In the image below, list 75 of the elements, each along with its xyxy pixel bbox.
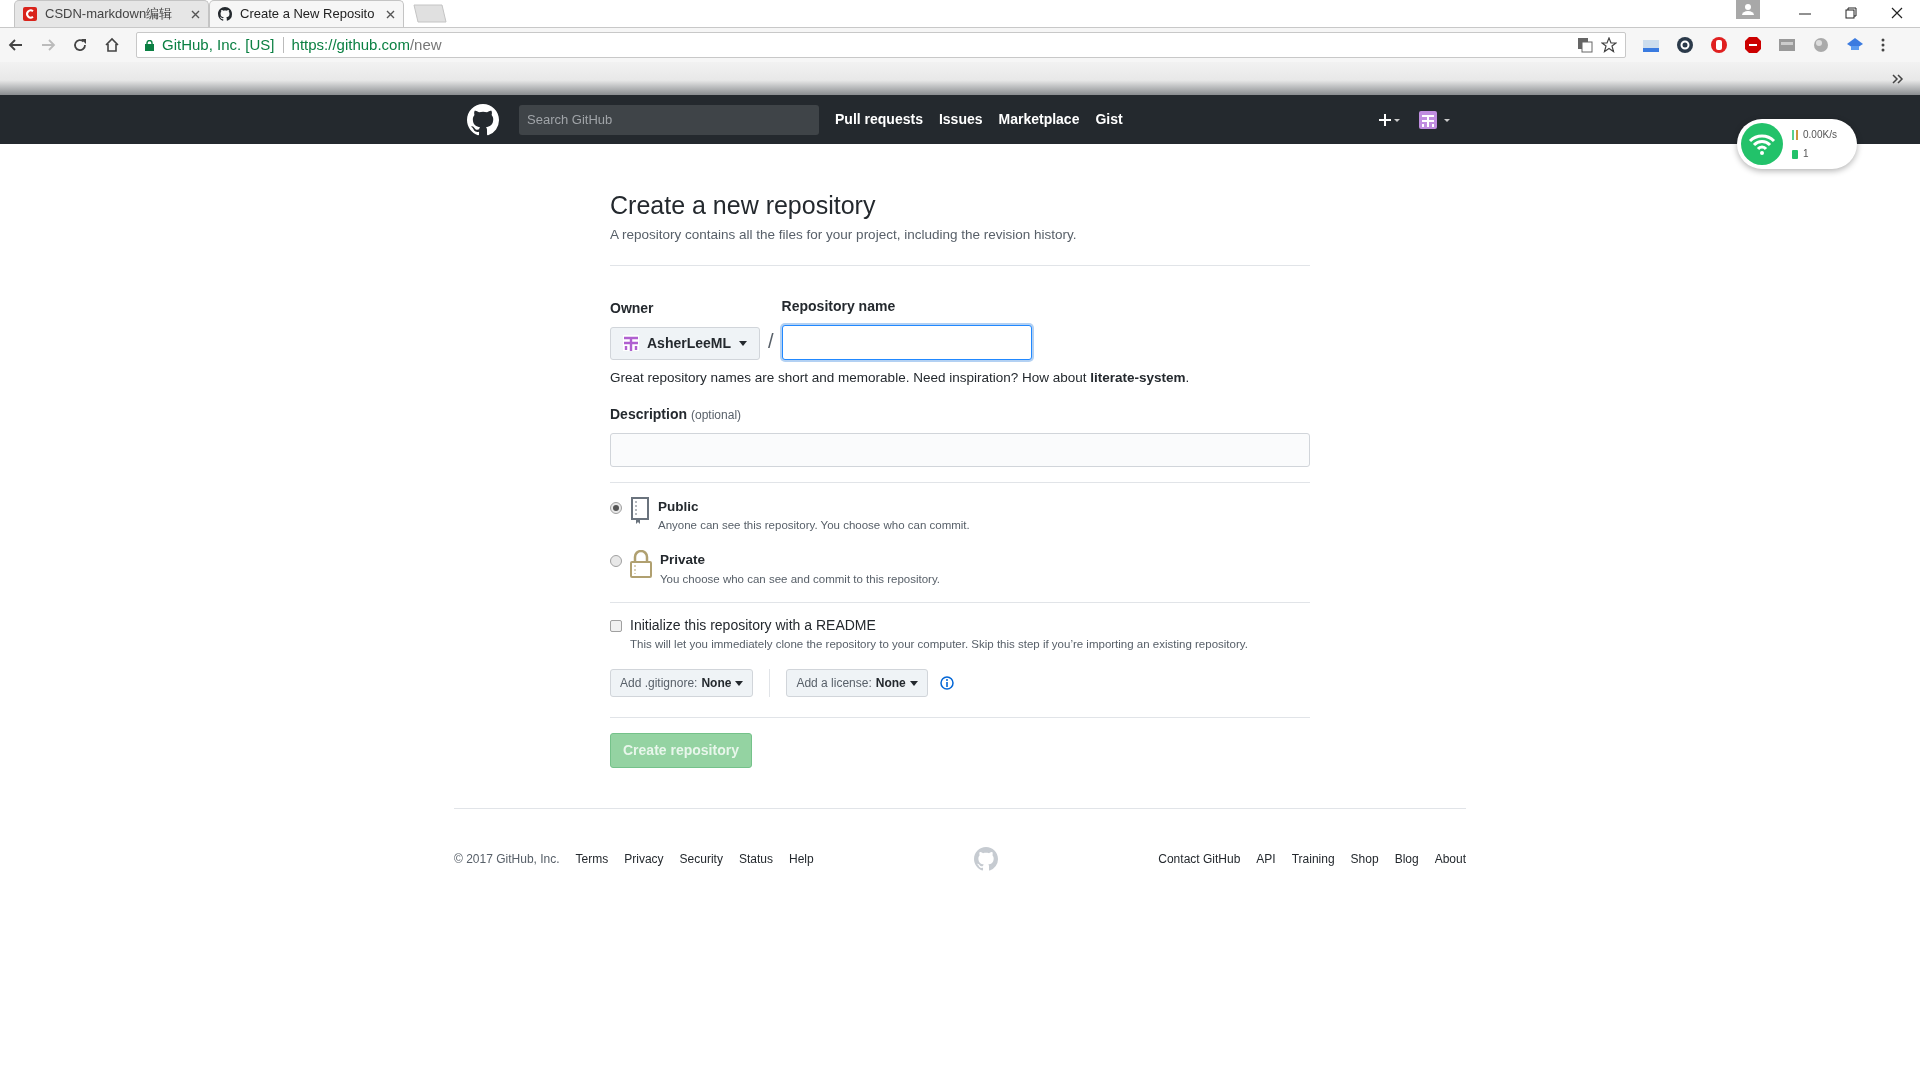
back-icon[interactable] [8, 37, 24, 53]
info-icon[interactable] [939, 676, 954, 690]
owner-dropdown[interactable]: AsherLeeML [610, 326, 761, 360]
close-icon[interactable] [191, 9, 200, 19]
nav-link[interactable]: Marketplace [998, 109, 1080, 130]
url-path: /new [409, 34, 442, 55]
page-subtitle: A repository contains all the files for your project, including the revision history. [610, 226, 1078, 245]
avatar-icon [623, 335, 639, 351]
window-icon[interactable] [1778, 36, 1796, 54]
address-bar[interactable]: GitHub, Inc. [US] https://github.com/new [136, 32, 1626, 58]
radio-button[interactable] [610, 501, 622, 514]
book-icon [630, 496, 650, 525]
name-hint: Great repository names are short and memorable. Need inspiration? How about literate-system. [610, 368, 1191, 387]
repository-name-field[interactable] [781, 324, 1032, 360]
copyright-text: © 2017 GitHub, Inc. [454, 851, 560, 868]
footer-link[interactable]: About [1434, 850, 1466, 868]
footer-link[interactable]: Status [738, 850, 773, 868]
nav-link[interactable]: Pull requests [835, 109, 923, 130]
page-title: Create a new repository [610, 190, 877, 221]
browser-tab[interactable]: Create a New Reposito [209, 0, 404, 27]
readme-note: This will let you immediately clone the repository to your computer. Skip this step if you’re importing an existing repository. [630, 636, 1248, 652]
footer-link[interactable]: Security [679, 850, 723, 868]
forward-icon [40, 37, 56, 53]
browser-tab[interactable]: CSDN-markdown编辑 [14, 0, 209, 27]
octocat-logo-icon[interactable] [467, 103, 499, 136]
search-field[interactable]: Search GitHub [519, 104, 819, 135]
readme-label: Initialize this repository with a README [630, 615, 877, 635]
close-icon[interactable] [386, 9, 395, 19]
phone-icon [1791, 148, 1799, 159]
radio-button[interactable] [610, 555, 622, 568]
visibility-note: You choose who can see and commit to this repository. [660, 571, 940, 587]
plus-icon[interactable] [1378, 111, 1402, 128]
avatar-icon[interactable] [1418, 109, 1452, 130]
wifi-icon [1741, 123, 1783, 165]
visibility-label: Public [658, 497, 700, 516]
tab-title: CSDN-markdown编辑 [45, 5, 174, 24]
tab-title: Create a New Reposito [240, 5, 376, 24]
footer-link[interactable]: Training [1291, 850, 1335, 868]
visibility-note: Anyone can see this repository. You choose who can commit. [658, 518, 970, 533]
device-count: 1 [1803, 147, 1809, 161]
footer-link[interactable]: Help [788, 850, 814, 868]
slash-separator: / [768, 328, 774, 354]
license-dropdown[interactable]: Add a license: None [786, 669, 928, 697]
owner-label: Owner [610, 298, 655, 318]
lock-icon [145, 39, 154, 51]
security-label: GitHub, Inc. [US] [162, 34, 275, 55]
caret-icon [909, 680, 918, 686]
nav-link[interactable]: Issues [938, 109, 983, 130]
nav-link[interactable]: Gist [1095, 109, 1123, 130]
optional-note: (optional) [691, 406, 742, 424]
reload-icon[interactable] [72, 37, 88, 53]
footer-link[interactable]: Privacy [624, 850, 664, 868]
menu-icon[interactable] [1880, 37, 1886, 53]
footer-link[interactable]: Contact GitHub [1158, 850, 1241, 868]
chevron-icon[interactable] [1892, 73, 1904, 84]
star-icon[interactable] [1601, 37, 1617, 53]
footer-link[interactable]: API [1256, 850, 1276, 868]
visibility-label: Private [660, 551, 707, 570]
home-icon[interactable] [104, 37, 120, 53]
translate-icon[interactable] [1577, 37, 1593, 53]
octocat-icon [218, 7, 232, 21]
name-label: Repository name [781, 296, 897, 316]
description-field[interactable] [610, 432, 1310, 467]
gitignore-dropdown[interactable]: Add .gitignore: None [610, 669, 754, 697]
footer-link[interactable]: Shop [1350, 850, 1379, 868]
footer-link[interactable]: Blog [1394, 850, 1419, 868]
speed-text: 0.00K/s [1803, 128, 1837, 142]
caret-icon [739, 340, 748, 346]
description-label: Description [610, 404, 687, 424]
footer-link[interactable]: Terms [575, 850, 609, 868]
caret-icon [735, 680, 744, 686]
padlock-icon [630, 550, 652, 579]
checkbox[interactable] [610, 619, 622, 632]
c-logo-icon [23, 7, 37, 21]
url-host: https://github.com [291, 34, 410, 55]
